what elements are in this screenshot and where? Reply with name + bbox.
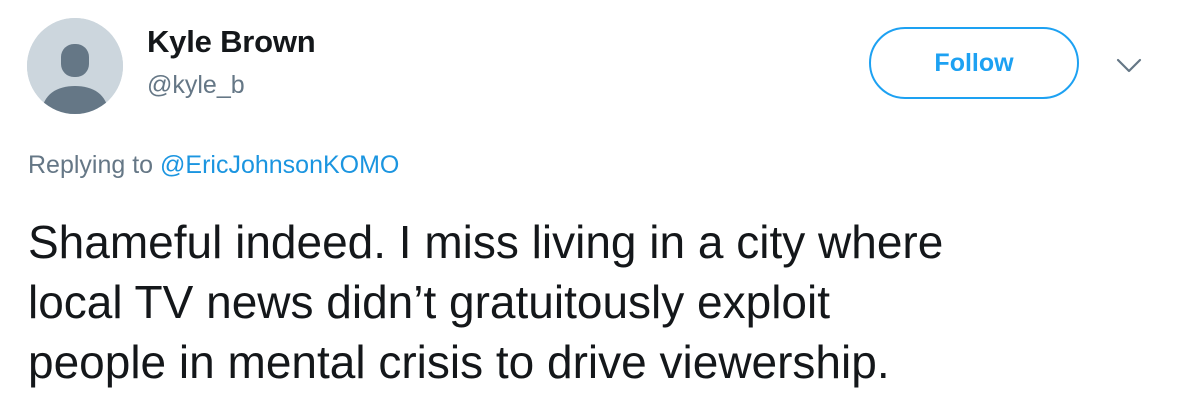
- tweet-text-line: local TV news didn’t gratuitously exploi…: [28, 276, 831, 328]
- more-options-button[interactable]: [1112, 52, 1146, 78]
- user-handle[interactable]: @kyle_b: [147, 71, 245, 100]
- chevron-down-icon: [1116, 58, 1142, 73]
- replying-to: Replying to @EricJohnsonKOMO: [28, 151, 399, 180]
- default-avatar-icon: [27, 18, 123, 114]
- tweet-text-line: Shameful indeed. I miss living in a city…: [28, 216, 944, 268]
- reply-mention-link[interactable]: @EricJohnsonKOMO: [160, 151, 399, 179]
- replying-to-label: Replying to: [28, 151, 154, 179]
- avatar[interactable]: [27, 18, 123, 114]
- user-display-name[interactable]: Kyle Brown: [147, 24, 316, 60]
- follow-button[interactable]: Follow: [869, 27, 1079, 99]
- tweet-card: Kyle Brown @kyle_b Follow Replying to @E…: [0, 0, 1198, 410]
- tweet-text-line: people in mental crisis to drive viewers…: [28, 336, 890, 388]
- tweet-text: Shameful indeed. I miss living in a city…: [28, 212, 1178, 392]
